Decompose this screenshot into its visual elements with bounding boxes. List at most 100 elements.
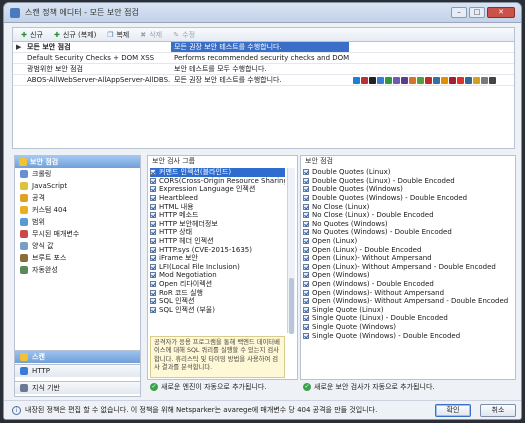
checkbox[interactable] <box>150 246 156 253</box>
policy-row[interactable]: ▶ 모든 보안 점검 모든 권장 보안 테스트를 수행합니다. <box>13 42 514 53</box>
sidebar-section-knowledge-base[interactable]: 지식 기반 <box>15 381 140 394</box>
sidebar-item-javascript[interactable]: JavaScript <box>15 180 140 192</box>
checkbox[interactable] <box>303 255 309 262</box>
ok-button[interactable]: 확인 <box>435 403 471 417</box>
cancel-button[interactable]: 취소 <box>480 403 516 417</box>
checkbox[interactable] <box>150 177 156 184</box>
checkbox[interactable] <box>303 281 309 288</box>
checkbox[interactable] <box>150 281 156 288</box>
check-item[interactable]: Heartbleed <box>150 194 285 203</box>
check-item[interactable]: Double Quotes (Linux) - Double Encoded <box>303 177 513 186</box>
new-clone-button[interactable]: ✚ 신규 (복제) <box>50 29 99 40</box>
checkbox[interactable] <box>303 323 309 330</box>
checkbox[interactable] <box>150 195 156 202</box>
check-item[interactable]: Open (Linux) <box>303 237 513 246</box>
copy-button[interactable]: ❐ 복제 <box>103 29 132 40</box>
minimize-button[interactable]: – <box>451 7 467 18</box>
check-item[interactable]: No Close (Linux) - Double Encoded <box>303 211 513 220</box>
sidebar-item-custom-404[interactable]: 커스텀 404 <box>15 204 140 216</box>
checkbox[interactable] <box>150 272 156 279</box>
checkbox[interactable] <box>303 246 309 253</box>
check-item[interactable]: LFI(Local File Inclusion) <box>150 263 285 272</box>
checkbox[interactable] <box>150 186 156 193</box>
check-item[interactable]: Open (Windows)- Without Ampersand <box>303 288 513 297</box>
check-item[interactable]: CORS(Cross-Origin Resource Sharing) <box>150 177 285 186</box>
checkbox[interactable] <box>303 195 309 202</box>
check-item[interactable]: HTTP 상태 <box>150 228 285 237</box>
check-item[interactable]: Open (Windows)- Without Ampersand - Doub… <box>303 297 513 306</box>
policy-row[interactable]: ABOS-AllWebServer-AllAppServer-AllDBS...… <box>13 75 514 86</box>
sidebar-item-brute-force[interactable]: 브루트 포스 <box>15 252 140 264</box>
check-item[interactable]: Double Quotes (Windows) <box>303 185 513 194</box>
checkbox[interactable] <box>150 220 156 227</box>
checkbox[interactable] <box>303 238 309 245</box>
checkbox[interactable] <box>303 306 309 313</box>
check-item[interactable]: RoR 코드 실행 <box>150 288 285 297</box>
checkbox[interactable] <box>150 255 156 262</box>
check-item[interactable]: Open (Linux)- Without Ampersand - Double… <box>303 263 513 272</box>
check-item[interactable]: HTTP 헤더 인젝션 <box>150 237 285 246</box>
check-item[interactable]: SQL 인젝션 (부울) <box>150 306 285 315</box>
check-item[interactable]: Single Quote (Windows) - Double Encoded <box>303 331 513 340</box>
check-item[interactable]: SQL 인젝션 <box>150 297 285 306</box>
new-button[interactable]: ✚ 신규 <box>17 29 46 40</box>
checkbox[interactable] <box>303 298 309 305</box>
checkbox[interactable] <box>303 332 309 339</box>
check-item[interactable]: Double Quotes (Windows) - Double Encoded <box>303 194 513 203</box>
checkbox[interactable] <box>303 263 309 270</box>
checkbox[interactable] <box>303 186 309 193</box>
checkbox[interactable] <box>303 212 309 219</box>
sidebar-section-scan[interactable]: 스캔 <box>15 350 140 363</box>
sidebar-item-ignored-parameters[interactable]: 무시된 매개변수 <box>15 228 140 240</box>
check-item[interactable]: iFrame 보안 <box>150 254 285 263</box>
check-item[interactable]: No Close (Linux) <box>303 202 513 211</box>
checkbox[interactable] <box>303 220 309 227</box>
groups-scrollbar[interactable] <box>287 168 295 334</box>
checkbox[interactable] <box>303 272 309 279</box>
sidebar-item-scope[interactable]: 범위 <box>15 216 140 228</box>
check-item[interactable]: Open 리다이렉션 <box>150 280 285 289</box>
check-item[interactable]: Open (Windows) <box>303 271 513 280</box>
check-item[interactable]: Single Quote (Windows) <box>303 323 513 332</box>
checkbox[interactable] <box>150 203 156 210</box>
checkbox[interactable] <box>150 289 156 296</box>
edit-button[interactable]: ✎ 수정 <box>169 29 198 40</box>
close-button[interactable]: ✕ <box>487 7 515 18</box>
policy-row[interactable]: 광범위한 보안 점검 보안 테스트를 모두 수행합니다. <box>13 64 514 75</box>
checkbox[interactable] <box>150 306 156 313</box>
checkbox[interactable] <box>150 298 156 305</box>
checkbox[interactable] <box>150 263 156 270</box>
check-item[interactable]: No Quotes (Windows) <box>303 220 513 229</box>
check-item[interactable]: Single Quote (Linux) - Double Encoded <box>303 314 513 323</box>
checkbox[interactable] <box>150 212 156 219</box>
sidebar-item-attack[interactable]: 공격 <box>15 192 140 204</box>
policy-row[interactable]: Default Security Checks + DOM XSS Perfor… <box>13 53 514 64</box>
check-item[interactable]: Open (Linux)- Without Ampersand <box>303 254 513 263</box>
checkbox[interactable] <box>303 315 309 322</box>
sidebar-item-crawling[interactable]: 크롤링 <box>15 168 140 180</box>
sidebar-item-form-values[interactable]: 양식 값 <box>15 240 140 252</box>
delete-button[interactable]: ✖ 삭제 <box>136 29 165 40</box>
check-item[interactable]: No Quotes (Windows) - Double Encoded <box>303 228 513 237</box>
check-item[interactable]: Open (Windows) - Double Encoded <box>303 280 513 289</box>
check-item[interactable]: HTTP 보안헤더정보 <box>150 220 285 229</box>
check-item[interactable]: HTTP 메소드 <box>150 211 285 220</box>
check-item[interactable]: HTTP.sys (CVE-2015-1635) <box>150 245 285 254</box>
check-item[interactable]: Expression Language 인젝션 <box>150 185 285 194</box>
checkbox[interactable] <box>303 289 309 296</box>
check-item[interactable]: HTML 내용 <box>150 202 285 211</box>
sidebar-section-http[interactable]: HTTP <box>15 364 140 377</box>
checkbox[interactable] <box>150 238 156 245</box>
checkbox[interactable] <box>150 229 156 236</box>
checkbox[interactable] <box>303 203 309 210</box>
check-item[interactable]: Double Quotes (Linux) <box>303 168 513 177</box>
checkbox[interactable] <box>303 229 309 236</box>
checkbox[interactable] <box>303 177 309 184</box>
check-item[interactable]: Mod Negotiation <box>150 271 285 280</box>
check-item[interactable]: Open (Linux) - Double Encoded <box>303 245 513 254</box>
maximize-button[interactable]: □ <box>469 7 485 18</box>
checkbox[interactable] <box>303 169 309 176</box>
checkbox[interactable] <box>150 169 156 176</box>
check-item[interactable]: Single Quote (Linux) <box>303 306 513 315</box>
sidebar-header-security-checks[interactable]: 보안 점검 <box>15 156 140 168</box>
